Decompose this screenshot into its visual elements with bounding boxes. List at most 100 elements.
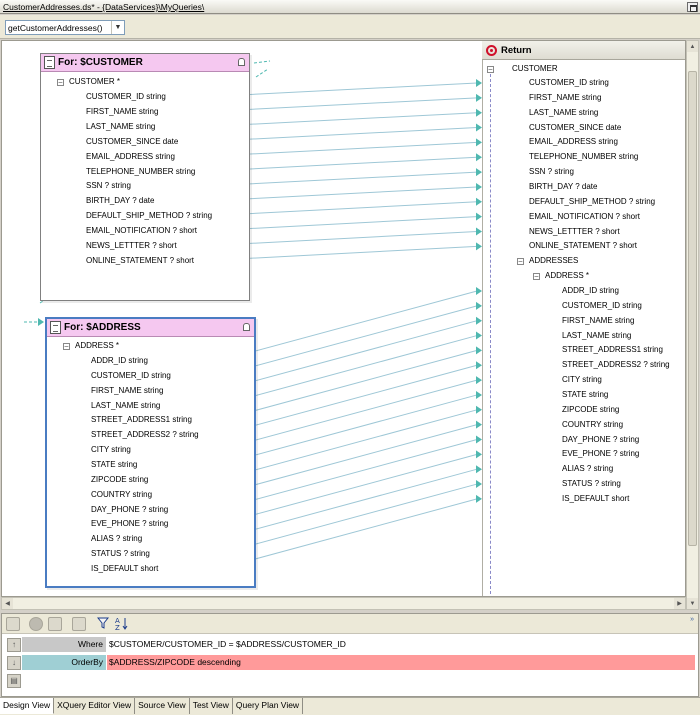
return-address-field[interactable]: CUSTOMER_ID string — [562, 301, 642, 311]
return-address-field[interactable]: LAST_NAME string — [562, 331, 631, 341]
address-field[interactable]: STATUS ? string — [91, 549, 150, 559]
return-address-field[interactable]: CITY string — [562, 375, 602, 385]
expand-toggle-icon[interactable]: – — [487, 66, 494, 73]
address-field[interactable]: EVE_PHONE ? string — [91, 519, 168, 529]
expand-toggle-icon[interactable]: – — [517, 258, 524, 265]
where-expression[interactable]: $CUSTOMER/CUSTOMER_ID = $ADDRESS/CUSTOME… — [107, 637, 697, 652]
address-field[interactable]: ZIPCODE string — [91, 475, 148, 485]
pin-icon[interactable] — [243, 323, 250, 331]
move-down-icon[interactable]: ↓ — [7, 656, 21, 670]
customer-source-box[interactable]: For: $CUSTOMER – CUSTOMER * CUSTOMER_ID st… — [40, 53, 250, 301]
maximize-icon[interactable] — [687, 2, 698, 12]
return-address-field[interactable]: IS_DEFAULT short — [562, 494, 629, 504]
customer-field[interactable]: CUSTOMER_SINCE date — [86, 137, 178, 147]
design-canvas[interactable]: For: $CUSTOMER – CUSTOMER * CUSTOMER_ID st… — [1, 40, 686, 597]
address-box-header[interactable]: For: $ADDRESS — [47, 319, 254, 337]
properties-icon[interactable]: ▤ — [7, 674, 21, 688]
return-address-field[interactable]: STREET_ADDRESS1 string — [562, 345, 663, 355]
expand-toggle-icon[interactable]: – — [63, 343, 70, 350]
return-address-field[interactable]: COUNTRY string — [562, 420, 623, 430]
return-address-field[interactable]: STATE string — [562, 390, 608, 400]
return-address-field[interactable]: STREET_ADDRESS2 ? string — [562, 360, 670, 370]
address-field[interactable]: STREET_ADDRESS2 ? string — [91, 430, 199, 440]
address-field[interactable]: CITY string — [91, 445, 131, 455]
return-panel-header[interactable]: Return — [482, 41, 685, 60]
expand-toggle-icon[interactable]: – — [533, 273, 540, 280]
address-field[interactable]: ALIAS ? string — [91, 534, 142, 544]
return-customer-field[interactable]: ONLINE_STATEMENT ? short — [529, 241, 637, 251]
sort-az-icon[interactable]: AZ — [115, 616, 129, 632]
customer-field[interactable]: EMAIL_NOTIFICATION ? short — [86, 226, 197, 236]
return-customer-field[interactable]: CUSTOMER_ID string — [529, 78, 609, 88]
tab-source-view[interactable]: Source View — [135, 698, 190, 714]
tab-xquery-editor-view[interactable]: XQuery Editor View — [54, 698, 136, 714]
customer-box-header[interactable]: For: $CUSTOMER — [41, 54, 249, 72]
address-field[interactable]: DAY_PHONE ? string — [91, 505, 168, 515]
chevron-down-icon[interactable]: ▼ — [111, 21, 124, 34]
scroll-down-icon[interactable]: ▼ — [687, 598, 698, 609]
return-address-field[interactable]: EVE_PHONE ? string — [562, 449, 639, 459]
vertical-scroll-thumb[interactable] — [688, 71, 697, 546]
address-field[interactable]: ADDR_ID string — [91, 356, 148, 366]
address-field[interactable]: COUNTRY string — [91, 490, 152, 500]
tab-query-plan-view[interactable]: Query Plan View — [232, 698, 304, 714]
return-address-field[interactable]: ADDR_ID string — [562, 286, 619, 296]
customer-field[interactable]: TELEPHONE_NUMBER string — [86, 167, 195, 177]
more-icon[interactable] — [72, 617, 86, 631]
address-field[interactable]: CUSTOMER_ID string — [91, 371, 171, 381]
customer-field[interactable]: LAST_NAME string — [86, 122, 155, 132]
return-address-field[interactable]: STATUS ? string — [562, 479, 621, 489]
address-field[interactable]: LAST_NAME string — [91, 401, 160, 411]
return-customer-field[interactable]: DEFAULT_SHIP_METHOD ? string — [529, 197, 655, 207]
address-field[interactable]: STREET_ADDRESS1 string — [91, 415, 192, 425]
tab-design-view[interactable]: Design View — [0, 698, 55, 714]
return-customer-field[interactable]: EMAIL_ADDRESS string — [529, 137, 618, 147]
return-panel[interactable]: – CUSTOMER CUSTOMER_ID string FIRST_NAME st… — [482, 60, 685, 596]
scroll-up-icon[interactable]: ▲ — [687, 41, 698, 52]
scroll-right-icon[interactable]: ▶ — [674, 598, 685, 609]
customer-field[interactable]: FIRST_NAME string — [86, 107, 158, 117]
return-customer-field[interactable]: NEWS_LETTTER ? short — [529, 227, 620, 237]
customer-field[interactable]: DEFAULT_SHIP_METHOD ? string — [86, 211, 212, 221]
return-address-field[interactable]: DAY_PHONE ? string — [562, 435, 639, 445]
address-field[interactable]: STATE string — [91, 460, 137, 470]
return-address-node[interactable]: ADDRESS * — [545, 271, 589, 281]
tab-test-view[interactable]: Test View — [189, 698, 233, 714]
customer-field[interactable]: CUSTOMER_ID string — [86, 92, 166, 102]
return-address-field[interactable]: FIRST_NAME string — [562, 316, 634, 326]
address-field[interactable]: FIRST_NAME string — [91, 386, 163, 396]
return-customer-field[interactable]: SSN ? string — [529, 167, 574, 177]
move-up-icon[interactable]: ↑ — [7, 638, 21, 652]
customer-field[interactable]: NEWS_LETTTER ? short — [86, 241, 177, 251]
customer-field[interactable]: ONLINE_STATEMENT ? short — [86, 256, 194, 266]
customer-field[interactable]: EMAIL_ADDRESS string — [86, 152, 175, 162]
orderby-expression[interactable]: $ADDRESS/ZIPCODE descending — [107, 655, 695, 670]
customer-root-node[interactable]: CUSTOMER * — [69, 77, 120, 87]
return-customer-field[interactable]: LAST_NAME string — [529, 108, 598, 118]
return-address-field[interactable]: ALIAS ? string — [562, 464, 613, 474]
filter-icon[interactable] — [96, 617, 110, 629]
return-customer-field[interactable]: FIRST_NAME string — [529, 93, 601, 103]
delete-clause-icon[interactable] — [29, 617, 43, 631]
horizontal-scrollbar[interactable]: ◀ ▶ — [1, 597, 686, 610]
function-select[interactable]: getCustomerAddresses() ▼ — [5, 20, 125, 35]
check-icon[interactable] — [48, 617, 62, 631]
return-customer-field[interactable]: TELEPHONE_NUMBER string — [529, 152, 638, 162]
address-field[interactable]: IS_DEFAULT short — [91, 564, 158, 574]
customer-field[interactable]: BIRTH_DAY ? date — [86, 196, 154, 206]
return-address-field[interactable]: ZIPCODE string — [562, 405, 619, 415]
address-root-node[interactable]: ADDRESS * — [75, 341, 119, 351]
scroll-left-icon[interactable]: ◀ — [2, 598, 13, 609]
customer-field[interactable]: SSN ? string — [86, 181, 131, 191]
return-customer-field[interactable]: EMAIL_NOTIFICATION ? short — [529, 212, 640, 222]
address-source-box[interactable]: For: $ADDRESS – ADDRESS * ADDR_ID string CU… — [45, 317, 256, 588]
new-clause-icon[interactable] — [6, 617, 20, 631]
return-customer-field[interactable]: CUSTOMER_SINCE date — [529, 123, 621, 133]
return-addresses-node[interactable]: ADDRESSES — [529, 256, 578, 266]
pin-icon[interactable] — [238, 58, 245, 66]
collapse-icon[interactable]: » — [690, 616, 694, 623]
return-customer-field[interactable]: BIRTH_DAY ? date — [529, 182, 597, 192]
expand-toggle-icon[interactable]: – — [57, 79, 64, 86]
return-root-node[interactable]: CUSTOMER — [512, 64, 558, 74]
vertical-scrollbar[interactable]: ▲ ▼ — [686, 40, 699, 610]
